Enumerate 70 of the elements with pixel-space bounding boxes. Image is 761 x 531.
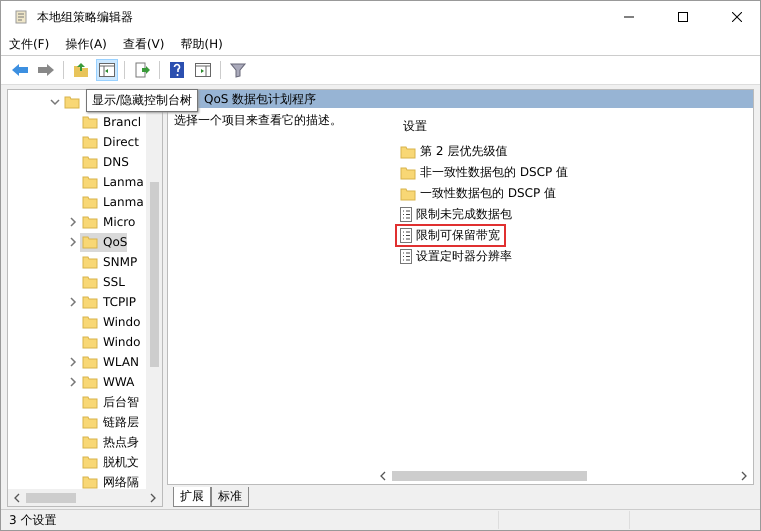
- folder-icon: [82, 155, 98, 169]
- folder-icon: [82, 215, 98, 229]
- tooltip: 显示/隐藏控制台树: [86, 89, 198, 112]
- tree-item[interactable]: Direct: [80, 132, 139, 152]
- tree-item[interactable]: Windo: [80, 332, 140, 352]
- menu-item[interactable]: 帮助(H): [180, 36, 223, 52]
- menu-item[interactable]: 查看(V): [122, 36, 164, 52]
- tree-item[interactable]: WWA: [80, 372, 134, 392]
- tree-item[interactable]: DNS: [80, 152, 129, 172]
- policy-icon: [400, 207, 412, 222]
- maximize-icon: [678, 12, 688, 22]
- scroll-right-icon[interactable]: [739, 471, 749, 481]
- setting-item[interactable]: 设置定时器分辨率: [397, 247, 516, 266]
- folder-icon: [82, 315, 98, 329]
- folder-icon: [400, 186, 416, 200]
- tree-item[interactable]: Lanma: [80, 172, 144, 192]
- tree-item[interactable]: WLAN: [80, 352, 140, 372]
- folder-icon: [82, 355, 98, 369]
- tree-item[interactable]: Lanma: [80, 192, 144, 212]
- column-header[interactable]: 设置: [397, 118, 753, 142]
- tree-item[interactable]: 链路层: [80, 412, 139, 432]
- folder-icon: [82, 335, 98, 349]
- folder-icon: [82, 275, 98, 289]
- folder-icon: [82, 435, 98, 449]
- tree-item[interactable]: 后台智: [80, 392, 139, 412]
- folder-icon: [82, 255, 98, 269]
- folder-icon: [82, 175, 98, 189]
- view-tab[interactable]: 扩展: [173, 487, 211, 507]
- folder-icon: [82, 375, 98, 389]
- tree-item[interactable]: Micro: [80, 212, 136, 232]
- folder-icon: [82, 135, 98, 149]
- description-text: 选择一个项目来查看它的描述。: [173, 112, 343, 129]
- folder-icon: [82, 395, 98, 409]
- window-title: 本地组策略编辑器: [37, 8, 134, 26]
- setting-item[interactable]: 限制可保留带宽: [397, 226, 504, 245]
- view-tab[interactable]: 标准: [211, 487, 249, 507]
- menu-item[interactable]: 操作(A): [65, 36, 107, 52]
- setting-item[interactable]: 限制未完成数据包: [397, 205, 516, 224]
- show-hide-tree-button[interactable]: [96, 59, 118, 81]
- app-icon: [13, 9, 29, 25]
- tree-item[interactable]: QoS: [80, 232, 128, 252]
- setting-item[interactable]: 第 2 层优先级值: [397, 142, 512, 161]
- scroll-right-icon[interactable]: [148, 492, 158, 502]
- policy-icon: [400, 228, 412, 243]
- tree-item[interactable]: Windo: [80, 312, 140, 332]
- folder-icon: [82, 455, 98, 469]
- folder-icon: [82, 415, 98, 429]
- folder-icon: [64, 95, 80, 109]
- tree-item[interactable]: 网络隔: [80, 472, 139, 489]
- folder-icon: [82, 195, 98, 209]
- tree-item[interactable]: Brancl: [80, 112, 142, 132]
- tree-item[interactable]: TCPIP: [80, 292, 136, 312]
- menu-item[interactable]: 文件(F): [9, 36, 50, 52]
- setting-item[interactable]: 一致性数据包的 DSCP 值: [397, 184, 560, 203]
- folder-icon: [82, 235, 98, 249]
- tree-item[interactable]: SSL: [80, 272, 125, 292]
- scroll-left-icon[interactable]: [12, 492, 22, 502]
- scroll-left-icon[interactable]: [378, 471, 388, 481]
- close-icon: [732, 12, 742, 22]
- tree-item[interactable]: SNMP: [80, 252, 138, 272]
- folder-icon: [400, 144, 416, 158]
- policy-icon: [400, 249, 412, 264]
- tree-item[interactable]: 热点身: [80, 432, 139, 452]
- setting-item[interactable]: 非一致性数据包的 DSCP 值: [397, 163, 572, 182]
- horizontal-scrollbar[interactable]: [8, 489, 162, 506]
- folder-icon: [82, 115, 98, 129]
- folder-icon: [400, 166, 416, 180]
- status-text: 3 个设置: [8, 512, 58, 528]
- tree-item[interactable]: 脱机文: [80, 452, 139, 472]
- folder-icon: [82, 295, 98, 309]
